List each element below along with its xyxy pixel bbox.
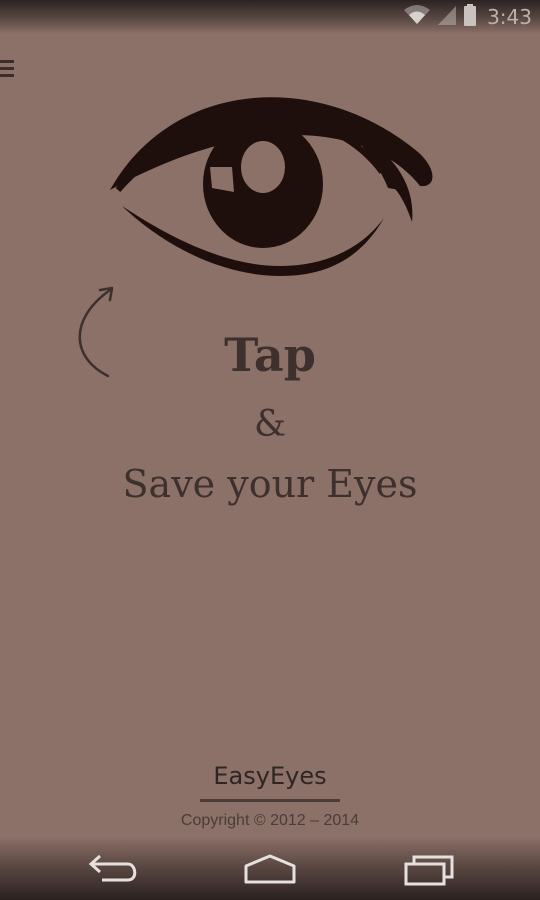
status-time: 3:43 bbox=[487, 5, 532, 29]
status-bar: 3:43 bbox=[0, 0, 540, 34]
app-screen: 3:43 Tap & Save your Eyes EasyEyes Copyr… bbox=[0, 0, 540, 900]
copyright-text: Copyright © 2012 – 2014 bbox=[180, 812, 360, 829]
ampersand-label: & bbox=[253, 404, 287, 445]
wifi-icon bbox=[403, 4, 431, 30]
navigation-bar bbox=[0, 836, 540, 900]
menu-icon[interactable] bbox=[0, 58, 14, 80]
eye-icon[interactable] bbox=[100, 72, 440, 287]
back-icon[interactable] bbox=[84, 852, 144, 888]
signal-icon bbox=[437, 4, 457, 30]
home-icon[interactable] bbox=[240, 852, 300, 888]
status-icons: 3:43 bbox=[403, 4, 532, 30]
tap-label: Tap bbox=[224, 328, 316, 382]
app-name: EasyEyes bbox=[213, 762, 327, 790]
battery-icon bbox=[463, 4, 477, 30]
tagline: Save your Eyes bbox=[122, 462, 418, 506]
recent-apps-icon[interactable] bbox=[400, 852, 460, 888]
app-name-underline bbox=[200, 799, 340, 802]
